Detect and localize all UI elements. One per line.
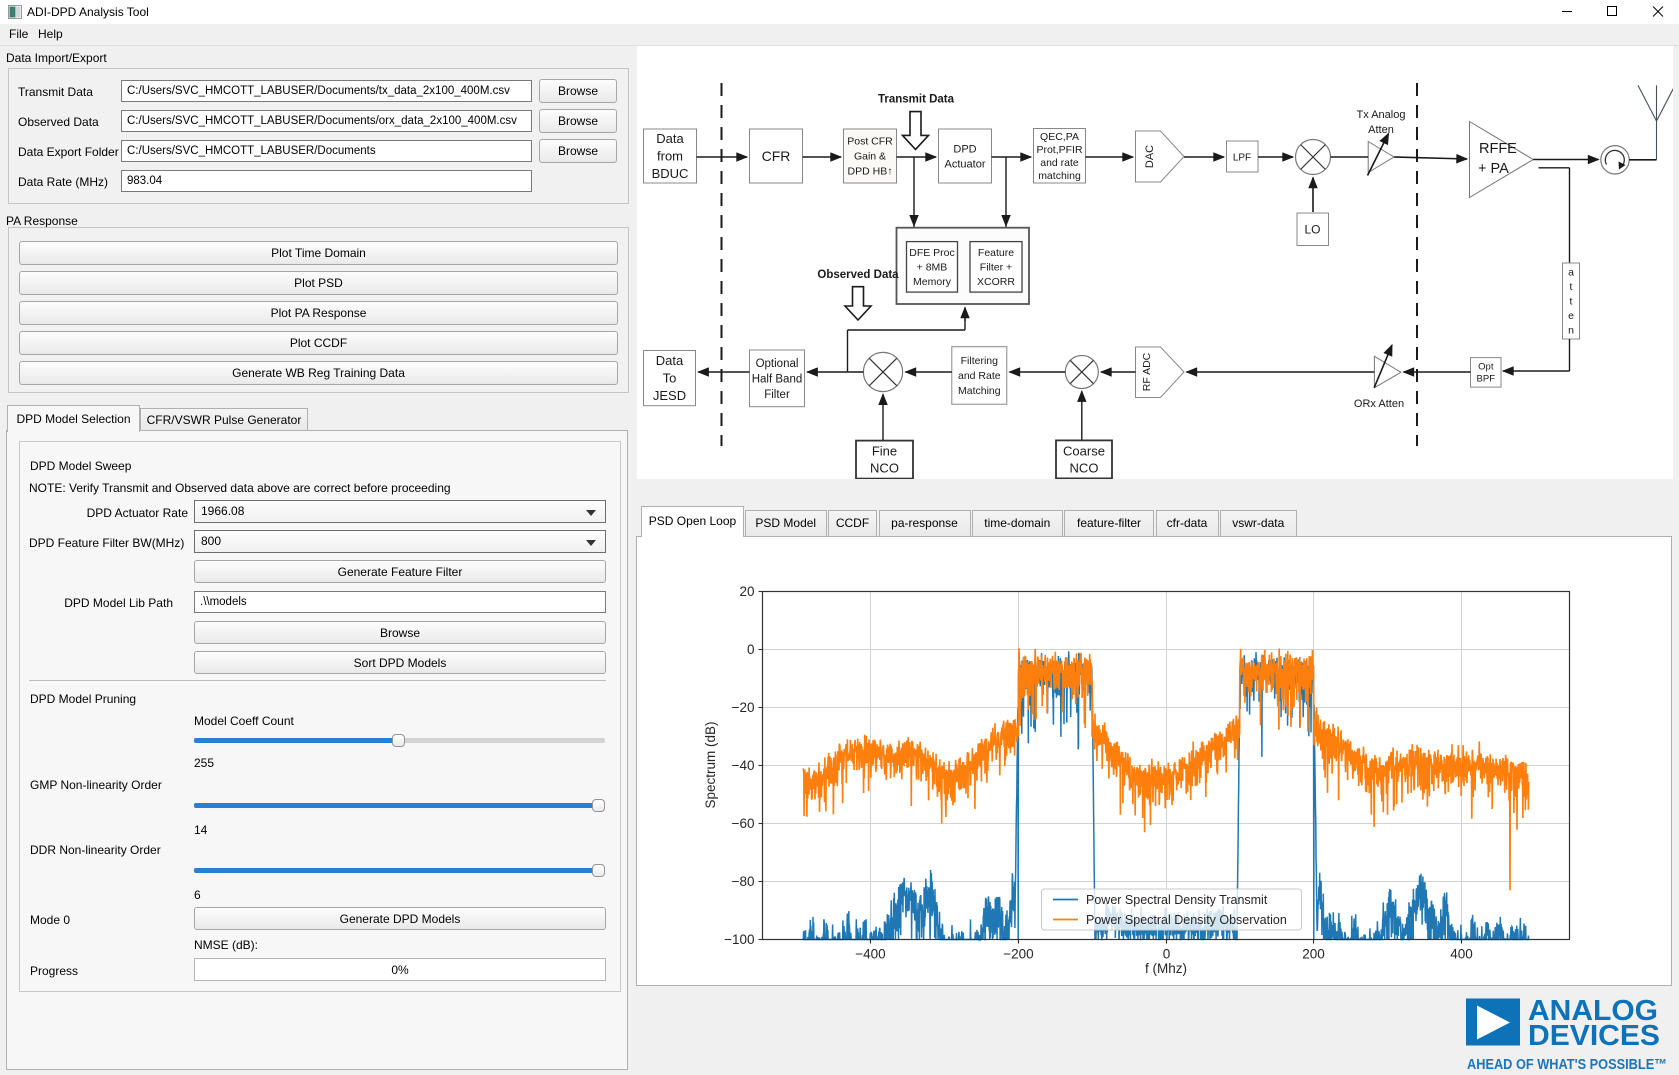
svg-text:+ PA: + PA (1478, 161, 1509, 177)
svg-text:Half Band: Half Band (752, 373, 803, 385)
svg-text:e: e (1568, 310, 1574, 322)
svg-text:Data: Data (656, 131, 684, 146)
svg-text:a: a (1568, 267, 1574, 279)
svg-text:Transmit Data: Transmit Data (878, 94, 955, 106)
svg-text:Power Spectral Density Observa: Power Spectral Density Observation (1086, 913, 1287, 927)
svg-text:DEVICES: DEVICES (1528, 1020, 1660, 1052)
svg-text:Spectrum (dB): Spectrum (dB) (703, 721, 718, 808)
svg-text:−20: −20 (732, 700, 755, 715)
svg-text:NCO: NCO (870, 461, 899, 476)
svg-text:BDUC: BDUC (652, 166, 689, 181)
svg-text:Data: Data (656, 353, 684, 368)
svg-text:−200: −200 (1003, 947, 1033, 962)
svg-text:Tx Analog: Tx Analog (1357, 109, 1406, 121)
svg-text:QEC,PA: QEC,PA (1040, 131, 1079, 143)
svg-text:DAC: DAC (1144, 145, 1156, 168)
svg-text:Gain &: Gain & (854, 151, 886, 163)
svg-text:−100: −100 (724, 932, 754, 947)
svg-text:+ 8MB: + 8MB (917, 261, 948, 273)
svg-text:DPD HB↑: DPD HB↑ (848, 166, 893, 178)
svg-text:Memory: Memory (913, 276, 952, 288)
svg-text:matching: matching (1038, 170, 1081, 182)
svg-text:f (Mhz): f (Mhz) (1145, 961, 1187, 976)
svg-text:20: 20 (739, 584, 754, 599)
svg-text:NCO: NCO (1070, 460, 1099, 475)
svg-text:Filtering: Filtering (961, 355, 999, 367)
svg-text:Optional: Optional (756, 358, 799, 370)
svg-text:LO: LO (1304, 223, 1320, 237)
svg-text:Atten: Atten (1368, 124, 1394, 136)
svg-text:Feature: Feature (978, 247, 1014, 259)
svg-text:Matching: Matching (958, 385, 1001, 397)
svg-text:−40: −40 (732, 758, 755, 773)
svg-text:JESD: JESD (653, 388, 686, 403)
svg-text:To: To (663, 371, 677, 386)
svg-text:XCORR: XCORR (977, 276, 1015, 288)
svg-text:t: t (1570, 296, 1573, 308)
svg-text:Opt: Opt (1478, 361, 1494, 372)
svg-text:0: 0 (747, 642, 755, 657)
svg-text:Filter: Filter (764, 389, 790, 401)
svg-text:CFR: CFR (762, 148, 791, 164)
svg-text:DFE Proc: DFE Proc (909, 247, 955, 259)
svg-text:Post CFR: Post CFR (847, 136, 893, 148)
svg-text:−80: −80 (732, 874, 755, 889)
svg-text:Filter +: Filter + (980, 261, 1012, 273)
svg-text:Observed Data: Observed Data (817, 269, 899, 281)
svg-text:and Rate: and Rate (958, 370, 1001, 382)
svg-text:AHEAD OF WHAT'S POSSIBLE™: AHEAD OF WHAT'S POSSIBLE™ (1467, 1057, 1667, 1072)
svg-text:RF ADC: RF ADC (1141, 352, 1153, 391)
svg-text:Coarse: Coarse (1063, 443, 1105, 458)
svg-text:and rate: and rate (1040, 157, 1079, 169)
svg-text:LPF: LPF (1233, 153, 1251, 164)
svg-text:0: 0 (1163, 947, 1171, 962)
svg-text:Fine: Fine (872, 444, 897, 459)
svg-text:ORx Atten: ORx Atten (1354, 398, 1404, 410)
svg-text:Prot,PFIR: Prot,PFIR (1036, 144, 1083, 156)
svg-text:BPF: BPF (1477, 373, 1496, 384)
svg-text:−60: −60 (732, 816, 755, 831)
svg-text:from: from (657, 149, 683, 164)
svg-text:−400: −400 (855, 947, 885, 962)
svg-text:DPD: DPD (953, 143, 976, 155)
svg-text:n: n (1568, 325, 1574, 337)
svg-text:RFFE: RFFE (1479, 141, 1517, 157)
svg-text:400: 400 (1450, 947, 1473, 962)
svg-text:Actuator: Actuator (945, 158, 986, 170)
svg-text:t: t (1570, 281, 1573, 293)
svg-text:Power Spectral Density Transmi: Power Spectral Density Transmit (1086, 893, 1268, 907)
svg-text:200: 200 (1302, 947, 1325, 962)
